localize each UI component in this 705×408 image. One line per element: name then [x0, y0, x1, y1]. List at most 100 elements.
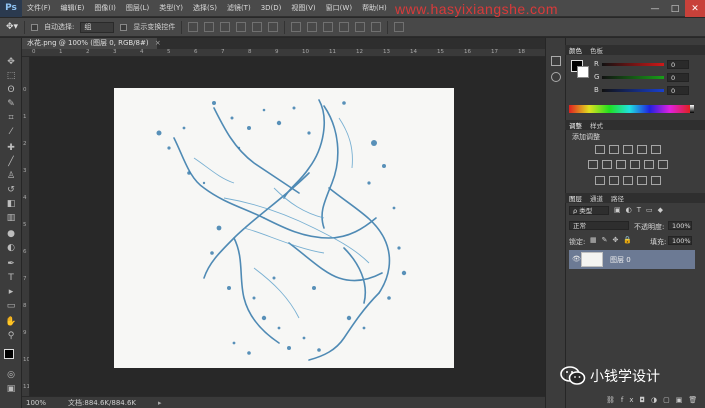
layer-filter-dropdown[interactable]: ρ 类型: [569, 206, 609, 215]
auto-select-dropdown[interactable]: 组: [80, 21, 115, 33]
hue-saturation-icon[interactable]: [588, 160, 598, 169]
exposure-icon[interactable]: [637, 145, 647, 154]
color-background-swatch[interactable]: [577, 66, 589, 78]
marquee-tool-icon[interactable]: ⬚: [5, 70, 17, 82]
quick-select-tool-icon[interactable]: ✎: [5, 98, 17, 110]
tab-styles[interactable]: 样式: [590, 120, 603, 130]
layer-filter-icons[interactable]: ▣◐T▭◆: [614, 206, 692, 215]
auto-select-checkbox[interactable]: [31, 23, 39, 31]
threshold-icon[interactable]: [623, 176, 633, 185]
brush-tool-icon[interactable]: ╱: [5, 156, 17, 168]
levels-icon[interactable]: [609, 145, 619, 154]
properties-panel-icon[interactable]: [551, 72, 561, 82]
minimize-button[interactable]: —: [645, 0, 665, 17]
auto-align-icon[interactable]: [394, 22, 405, 32]
align-top-icon[interactable]: [188, 22, 199, 32]
zoom-level[interactable]: 100%: [26, 399, 46, 407]
distribute-hcenter-icon[interactable]: [355, 22, 366, 32]
tab-layers[interactable]: 图层: [569, 193, 582, 203]
align-vcenter-icon[interactable]: [204, 22, 215, 32]
document-tab[interactable]: 水花.png @ 100% (图层 0, RGB/8#) ×: [22, 38, 161, 49]
distribute-top-icon[interactable]: [291, 22, 302, 32]
quick-mask-icon[interactable]: ◎: [5, 369, 17, 381]
menu-item[interactable]: 图像(I): [89, 0, 121, 17]
photo-filter-icon[interactable]: [630, 160, 640, 169]
fill-input[interactable]: 100%: [668, 236, 692, 245]
move-tool-icon[interactable]: ✥: [5, 56, 17, 68]
menu-item[interactable]: 文件(F): [22, 0, 56, 17]
color-channel-slider[interactable]: [602, 76, 664, 79]
foreground-color-swatch[interactable]: [4, 349, 14, 359]
color-channel-value[interactable]: 0: [667, 86, 689, 95]
tab-close-icon[interactable]: ×: [155, 39, 161, 47]
menu-item[interactable]: 帮助(H): [357, 0, 392, 17]
visibility-eye-icon[interactable]: 👁: [572, 255, 581, 263]
distribute-bottom-icon[interactable]: [323, 22, 334, 32]
show-transform-checkbox[interactable]: [120, 23, 128, 31]
screen-mode-icon[interactable]: ▣: [5, 383, 17, 395]
eraser-tool-icon[interactable]: ◧: [5, 198, 17, 210]
type-tool-icon[interactable]: T: [5, 272, 17, 284]
distribute-vcenter-icon[interactable]: [307, 22, 318, 32]
black-white-icon[interactable]: [616, 160, 626, 169]
align-bottom-icon[interactable]: [220, 22, 231, 32]
selective-color-icon[interactable]: [651, 176, 661, 185]
tab-channels[interactable]: 通道: [590, 193, 603, 203]
menu-item[interactable]: 滤镜(T): [222, 0, 256, 17]
menu-item[interactable]: 类型(Y): [154, 0, 188, 17]
color-channel-value[interactable]: 0: [667, 73, 689, 82]
eyedropper-tool-icon[interactable]: ⁄: [5, 126, 17, 138]
document-canvas[interactable]: [114, 88, 454, 368]
menu-item[interactable]: 图层(L): [121, 0, 154, 17]
opacity-input[interactable]: 100%: [668, 221, 692, 230]
move-tool-icon[interactable]: ✥▾: [6, 22, 18, 32]
vibrance-icon[interactable]: [651, 145, 661, 154]
align-left-icon[interactable]: [236, 22, 247, 32]
menu-item[interactable]: 选择(S): [188, 0, 222, 17]
maximize-button[interactable]: □: [665, 0, 685, 17]
black-white-ramp[interactable]: [690, 105, 694, 113]
history-brush-tool-icon[interactable]: ↺: [5, 184, 17, 196]
layers-footer-icons[interactable]: ⛓fx◘◑▢▣🗑: [606, 396, 703, 404]
gradient-map-icon[interactable]: [637, 176, 647, 185]
posterize-icon[interactable]: [609, 176, 619, 185]
menu-item[interactable]: 编辑(E): [56, 0, 90, 17]
color-channel-value[interactable]: 0: [667, 60, 689, 69]
color-channel-slider[interactable]: [602, 89, 664, 92]
hand-tool-icon[interactable]: ✋: [5, 316, 17, 328]
path-select-tool-icon[interactable]: ▸: [5, 286, 17, 298]
lock-icons[interactable]: ▦✎✥🔒: [590, 236, 637, 244]
tab-adjustments[interactable]: 调整: [569, 120, 582, 130]
history-panel-icon[interactable]: [551, 56, 561, 66]
menu-item[interactable]: 窗口(W): [321, 0, 357, 17]
tab-swatches[interactable]: 色板: [590, 45, 603, 55]
tab-paths[interactable]: 路径: [611, 193, 624, 203]
curves-icon[interactable]: [623, 145, 633, 154]
lasso-tool-icon[interactable]: ʘ: [5, 84, 17, 96]
color-spectrum-ramp[interactable]: [569, 105, 690, 113]
crop-tool-icon[interactable]: ⌗: [5, 112, 17, 124]
color-lookup-icon[interactable]: [658, 160, 668, 169]
menu-item[interactable]: 3D(D): [256, 0, 287, 17]
close-button[interactable]: ✕: [685, 0, 705, 17]
color-balance-icon[interactable]: [602, 160, 612, 169]
pen-tool-icon[interactable]: ✒: [5, 258, 17, 270]
align-hcenter-icon[interactable]: [252, 22, 263, 32]
status-arrow-icon[interactable]: ▸: [158, 399, 162, 407]
layer-name[interactable]: 图层 0: [610, 255, 631, 265]
blend-mode-dropdown[interactable]: 正常: [569, 221, 629, 230]
zoom-tool-icon[interactable]: ⚲: [5, 330, 17, 342]
clone-stamp-tool-icon[interactable]: ♙: [5, 170, 17, 182]
menu-item[interactable]: 视图(V): [286, 0, 320, 17]
color-channel-slider[interactable]: [602, 63, 664, 66]
channel-mixer-icon[interactable]: [644, 160, 654, 169]
invert-icon[interactable]: [595, 176, 605, 185]
align-right-icon[interactable]: [268, 22, 279, 32]
shape-tool-icon[interactable]: ▭: [5, 300, 17, 312]
blur-tool-icon[interactable]: ●: [5, 228, 17, 240]
distribute-left-icon[interactable]: [339, 22, 350, 32]
brightness-icon[interactable]: [595, 145, 605, 154]
dodge-tool-icon[interactable]: ◐: [5, 242, 17, 254]
tab-color[interactable]: 颜色: [569, 45, 582, 55]
healing-brush-tool-icon[interactable]: ✚: [5, 142, 17, 154]
